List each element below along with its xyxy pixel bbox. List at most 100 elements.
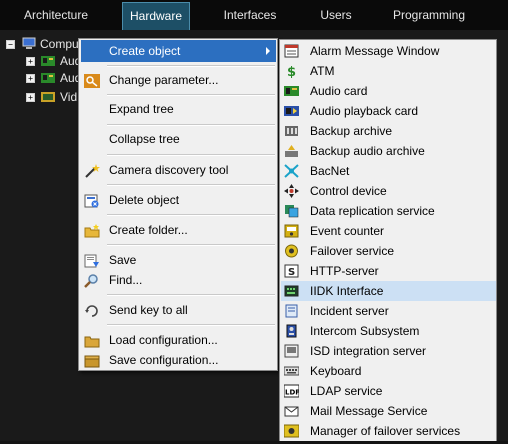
tab-architecture[interactable]: Architecture	[4, 0, 108, 30]
submenu-item-failover-service[interactable]: Failover service	[281, 241, 496, 261]
submenu-item-event-counter[interactable]: Event counter	[281, 221, 496, 241]
menu-item-label: Send key to all	[109, 303, 188, 317]
submenu-item-atm[interactable]: $ ATM	[281, 61, 496, 81]
menu-item-label: Collapse tree	[109, 132, 180, 146]
tab-interfaces[interactable]: Interfaces	[212, 0, 288, 30]
bacnet-icon	[284, 164, 299, 178]
menu-item-label: Expand tree	[109, 102, 174, 116]
mail-icon	[284, 404, 299, 418]
save-icon	[84, 253, 100, 268]
submenu-item-alarm-message-window[interactable]: Alarm Message Window	[281, 41, 496, 61]
menu-separator	[107, 214, 275, 216]
submenu-item-backup-archive[interactable]: Backup archive	[281, 121, 496, 141]
submenu-item-data-replication[interactable]: Data replication service	[281, 201, 496, 221]
expand-icon[interactable]: +	[26, 93, 35, 102]
menu-item-create-object[interactable]: Create object	[81, 40, 276, 62]
wand-icon	[84, 163, 100, 178]
box-icon	[84, 353, 100, 368]
submenu-item-audio-playback-card[interactable]: Audio playback card	[281, 101, 496, 121]
isd-icon	[284, 344, 299, 358]
menu-item-send-key[interactable]: Send key to all	[81, 299, 276, 321]
submenu-item-control-device[interactable]: Control device	[281, 181, 496, 201]
http-server-icon: S	[284, 264, 299, 278]
tree-label: Compu	[40, 37, 79, 51]
backup-archive-icon	[284, 124, 299, 138]
menu-separator	[107, 184, 275, 186]
failover-icon	[284, 244, 299, 258]
tree-node-computer[interactable]: − Compu	[0, 36, 90, 52]
submenu-item-audio-card[interactable]: Audio card	[281, 81, 496, 101]
menu-separator	[107, 244, 275, 246]
folder-icon	[84, 333, 100, 348]
submenu-item-label: Mail Message Service	[310, 404, 428, 418]
menu-item-label: Save	[109, 253, 137, 267]
submenu-item-iidk-interface[interactable]: IIDK Interface	[281, 281, 496, 301]
menu-item-load-configuration[interactable]: Load configuration...	[81, 329, 276, 351]
tab-hardware[interactable]: Hardware	[122, 2, 190, 32]
menu-item-expand-tree[interactable]: Expand tree	[81, 98, 276, 120]
submenu-item-label: ATM	[310, 64, 335, 78]
menu-item-save[interactable]: Save	[81, 249, 276, 271]
refresh-icon	[84, 303, 100, 317]
menu-item-label: Load configuration...	[109, 333, 218, 347]
menu-separator	[107, 324, 275, 326]
submenu-item-label: Backup archive	[310, 124, 393, 138]
submenu-item-label: HTTP-server	[310, 264, 379, 278]
tree-node[interactable]: + Vid	[0, 89, 90, 105]
submenu-item-label: Event counter	[310, 224, 385, 238]
menu-item-collapse-tree[interactable]: Collapse tree	[81, 128, 276, 150]
audio-playback-icon	[284, 104, 299, 118]
tree-label: Vid	[60, 90, 78, 104]
delete-icon	[84, 193, 100, 208]
expand-icon[interactable]: +	[26, 57, 35, 66]
audio-card-icon	[41, 55, 55, 67]
tab-programming[interactable]: Programming	[384, 0, 474, 30]
submenu-item-label: Intercom Subsystem	[310, 324, 420, 338]
intercom-icon	[284, 324, 299, 338]
submenu-item-bacnet[interactable]: BacNet	[281, 161, 496, 181]
submenu-item-intercom-subsystem[interactable]: Intercom Subsystem	[281, 321, 496, 341]
submenu-item-failover-manager[interactable]: Manager of failover services	[281, 421, 496, 441]
submenu-item-incident-server[interactable]: Incident server	[281, 301, 496, 321]
expand-icon[interactable]: +	[26, 74, 35, 83]
collapse-icon[interactable]: −	[6, 40, 15, 49]
submenu-item-isd-integration[interactable]: ISD integration server	[281, 341, 496, 361]
submenu-item-label: ISD integration server	[310, 344, 427, 358]
alarm-window-icon	[284, 44, 299, 58]
incident-icon	[284, 304, 299, 318]
submenu-item-label: BacNet	[310, 164, 350, 178]
menu-item-create-folder[interactable]: Create folder...	[81, 219, 276, 241]
svg-text:S: S	[288, 267, 295, 278]
submenu-item-mail-message-service[interactable]: Mail Message Service	[281, 401, 496, 421]
backup-audio-icon	[284, 144, 299, 158]
tree-node[interactable]: + Aud	[0, 70, 90, 86]
menu-item-camera-discovery[interactable]: Camera discovery tool	[81, 159, 276, 181]
submenu-item-keyboard[interactable]: Keyboard	[281, 361, 496, 381]
new-folder-icon	[84, 223, 100, 238]
menu-item-find[interactable]: Find...	[81, 269, 276, 291]
ldap-icon: LDP	[283, 384, 300, 398]
tree-node[interactable]: + Aud	[0, 53, 90, 69]
menu-item-delete-object[interactable]: Delete object	[81, 189, 276, 211]
computer-icon	[22, 37, 36, 49]
audio-card-icon	[41, 72, 55, 84]
menu-item-change-parameter[interactable]: Change parameter...	[81, 69, 276, 91]
submenu-item-http-server[interactable]: S HTTP-server	[281, 261, 496, 281]
submenu-item-label: Control device	[310, 184, 387, 198]
control-device-icon	[284, 184, 299, 198]
context-menu: Create object Change parameter... Expand…	[78, 38, 278, 371]
tab-users[interactable]: Users	[300, 0, 372, 30]
submenu-item-label: Alarm Message Window	[310, 44, 440, 58]
submenu-item-label: Failover service	[310, 244, 395, 258]
replication-icon	[284, 204, 299, 218]
submenu-item-label: Audio playback card	[310, 104, 419, 118]
submenu-item-label: Keyboard	[310, 364, 362, 378]
submenu-item-ldap-service[interactable]: LDP LDAP service	[281, 381, 496, 401]
menu-item-label: Camera discovery tool	[109, 163, 229, 177]
top-tab-bar: Architecture Hardware Interfaces Users P…	[0, 0, 508, 32]
submenu-item-label: IIDK Interface	[310, 284, 384, 298]
menu-item-save-configuration[interactable]: Save configuration...	[81, 349, 276, 371]
submenu-item-backup-audio-archive[interactable]: Backup audio archive	[281, 141, 496, 161]
video-card-icon	[41, 91, 55, 103]
svg-text:LDP: LDP	[285, 389, 299, 397]
